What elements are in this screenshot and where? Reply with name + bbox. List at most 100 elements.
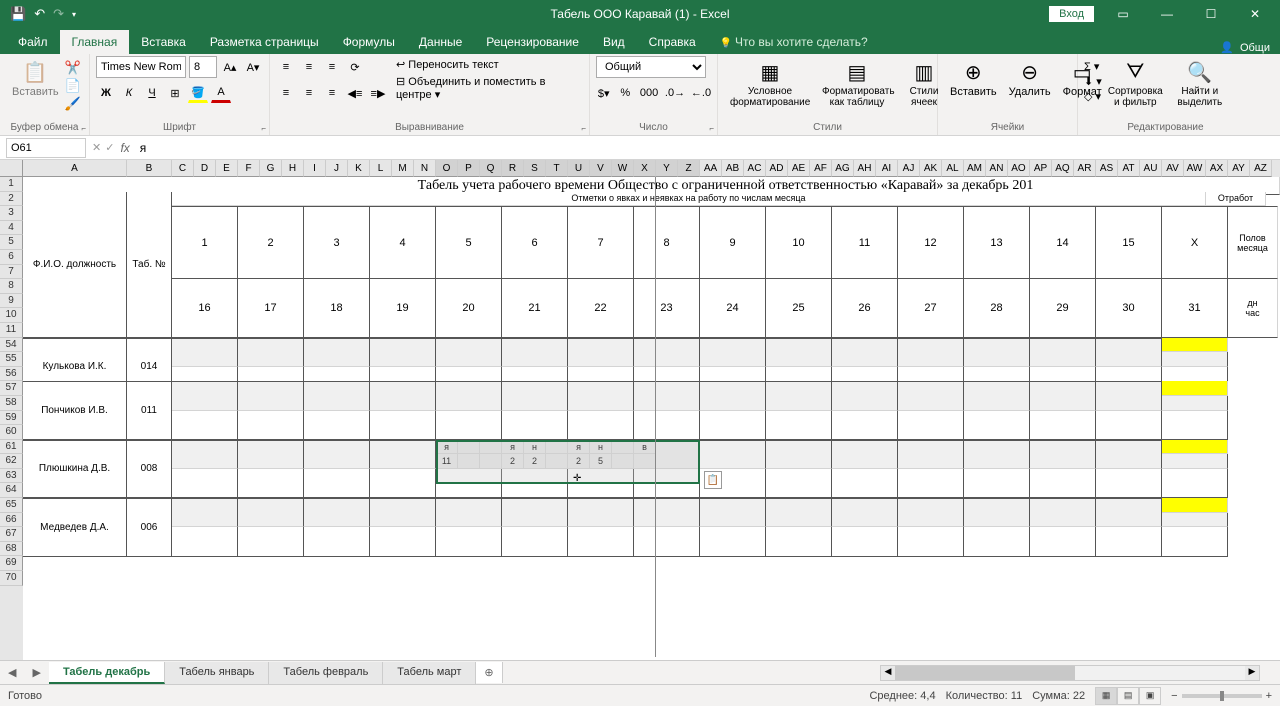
cell[interactable] bbox=[502, 381, 568, 410]
cell[interactable]: 27 bbox=[898, 279, 964, 338]
tab-home[interactable]: Главная bbox=[60, 30, 130, 54]
row-header-10[interactable]: 10 bbox=[0, 308, 23, 323]
font-dialog-icon[interactable]: ⌐ bbox=[261, 124, 266, 133]
cell[interactable]: я bbox=[568, 440, 590, 455]
cell[interactable]: 3 bbox=[304, 206, 370, 279]
cell[interactable]: 22 bbox=[568, 279, 634, 338]
col-header-J[interactable]: J bbox=[326, 160, 348, 177]
clear-icon[interactable]: ◇ ▾ bbox=[1084, 90, 1102, 103]
close-icon[interactable]: ✕ bbox=[1240, 7, 1270, 21]
name-box[interactable] bbox=[6, 138, 86, 158]
cell[interactable]: 20 bbox=[436, 279, 502, 338]
cell[interactable] bbox=[238, 498, 304, 527]
tab-data[interactable]: Данные bbox=[407, 30, 474, 54]
cell[interactable]: 28 bbox=[964, 279, 1030, 338]
cell[interactable]: 10 bbox=[766, 206, 832, 279]
row-header-6[interactable]: 6 bbox=[0, 250, 23, 265]
cell[interactable] bbox=[898, 469, 964, 498]
cell[interactable] bbox=[568, 498, 634, 527]
italic-button[interactable]: К bbox=[119, 83, 139, 103]
cell[interactable] bbox=[1162, 469, 1228, 498]
col-header-AY[interactable]: AY bbox=[1228, 160, 1250, 177]
row-header-64[interactable]: 64 bbox=[0, 483, 23, 498]
col-header-AZ[interactable]: AZ bbox=[1250, 160, 1272, 177]
col-header-D[interactable]: D bbox=[194, 160, 216, 177]
cell[interactable] bbox=[898, 498, 964, 527]
col-header-E[interactable]: E bbox=[216, 160, 238, 177]
shrink-font-icon[interactable]: A▾ bbox=[243, 57, 263, 77]
bold-button[interactable]: Ж bbox=[96, 83, 116, 103]
cell[interactable]: 29 bbox=[1030, 279, 1096, 338]
cell[interactable]: 4 bbox=[370, 206, 436, 279]
cell[interactable] bbox=[568, 381, 634, 410]
col-header-AH[interactable]: AH bbox=[854, 160, 876, 177]
cell[interactable] bbox=[304, 411, 370, 440]
maximize-icon[interactable]: ☐ bbox=[1196, 7, 1226, 21]
cell[interactable]: Плюшкина Д.В. bbox=[23, 440, 127, 498]
cell[interactable] bbox=[370, 440, 436, 469]
cell[interactable]: 31 bbox=[1162, 279, 1228, 338]
cell[interactable]: 12 bbox=[898, 206, 964, 279]
cell[interactable] bbox=[304, 440, 370, 469]
col-header-S[interactable]: S bbox=[524, 160, 546, 177]
tab-formulas[interactable]: Формулы bbox=[331, 30, 407, 54]
sheet-tab[interactable]: Табель февраль bbox=[269, 662, 383, 684]
cell[interactable] bbox=[766, 411, 832, 440]
cell[interactable] bbox=[700, 440, 766, 469]
add-sheet-button[interactable]: ⊕ bbox=[476, 662, 502, 683]
col-header-F[interactable]: F bbox=[238, 160, 260, 177]
fb-cancel-icon[interactable]: ✕ bbox=[92, 141, 101, 154]
col-header-G[interactable]: G bbox=[260, 160, 282, 177]
cell[interactable] bbox=[634, 498, 700, 527]
share-label[interactable]: Общи bbox=[1240, 42, 1270, 54]
cell[interactable] bbox=[238, 411, 304, 440]
col-header-Y[interactable]: Y bbox=[656, 160, 678, 177]
cell[interactable] bbox=[700, 498, 766, 527]
cell[interactable]: я bbox=[502, 440, 524, 455]
cell[interactable]: 11 bbox=[436, 454, 458, 469]
delete-cells-button[interactable]: ⊖ Удалить bbox=[1003, 56, 1057, 100]
col-header-H[interactable]: H bbox=[282, 160, 304, 177]
cell[interactable]: 1 bbox=[172, 206, 238, 279]
col-header-M[interactable]: M bbox=[392, 160, 414, 177]
row-header-60[interactable]: 60 bbox=[0, 425, 23, 440]
col-header-AE[interactable]: AE bbox=[788, 160, 810, 177]
cell[interactable] bbox=[1162, 498, 1228, 513]
login-button[interactable]: Вход bbox=[1049, 6, 1094, 22]
number-dialog-icon[interactable]: ⌐ bbox=[709, 124, 714, 133]
col-header-W[interactable]: W bbox=[612, 160, 634, 177]
cell[interactable] bbox=[172, 527, 238, 556]
fill-icon[interactable]: ⬇ ▾ bbox=[1084, 75, 1102, 88]
cell[interactable] bbox=[1030, 440, 1096, 469]
cell[interactable] bbox=[238, 469, 304, 498]
cell[interactable]: 13 bbox=[964, 206, 1030, 279]
cell[interactable] bbox=[898, 411, 964, 440]
align-right-icon[interactable]: ≡ bbox=[322, 83, 342, 103]
col-header-I[interactable]: I bbox=[304, 160, 326, 177]
font-name-combo[interactable] bbox=[96, 56, 186, 78]
row-header-55[interactable]: 55 bbox=[0, 352, 23, 367]
format-as-table-button[interactable]: ▤ Форматировать как таблицу bbox=[816, 56, 898, 110]
autosum-icon[interactable]: Σ ▾ bbox=[1084, 60, 1102, 73]
cell[interactable] bbox=[766, 381, 832, 410]
cell[interactable] bbox=[436, 527, 502, 556]
cell[interactable] bbox=[612, 440, 634, 455]
cell[interactable] bbox=[1096, 338, 1162, 367]
sheet-tab[interactable]: Табель март bbox=[383, 662, 476, 684]
redo-icon[interactable]: ↷ bbox=[53, 6, 64, 22]
col-header-AT[interactable]: AT bbox=[1118, 160, 1140, 177]
cell[interactable]: 18 bbox=[304, 279, 370, 338]
cell[interactable] bbox=[502, 338, 568, 367]
cell[interactable]: 2 bbox=[238, 206, 304, 279]
cell[interactable]: н bbox=[524, 440, 546, 455]
cell[interactable] bbox=[546, 454, 568, 469]
cell[interactable] bbox=[172, 411, 238, 440]
border-button[interactable]: ⊞ bbox=[165, 83, 185, 103]
align-top-icon[interactable]: ≡ bbox=[276, 57, 296, 77]
cell[interactable] bbox=[634, 454, 656, 469]
cell[interactable] bbox=[1162, 411, 1228, 440]
dec-decimal-icon[interactable]: ←.0 bbox=[691, 83, 711, 103]
cell[interactable] bbox=[238, 381, 304, 410]
cell[interactable]: дн час bbox=[1228, 279, 1278, 338]
col-header-AJ[interactable]: AJ bbox=[898, 160, 920, 177]
